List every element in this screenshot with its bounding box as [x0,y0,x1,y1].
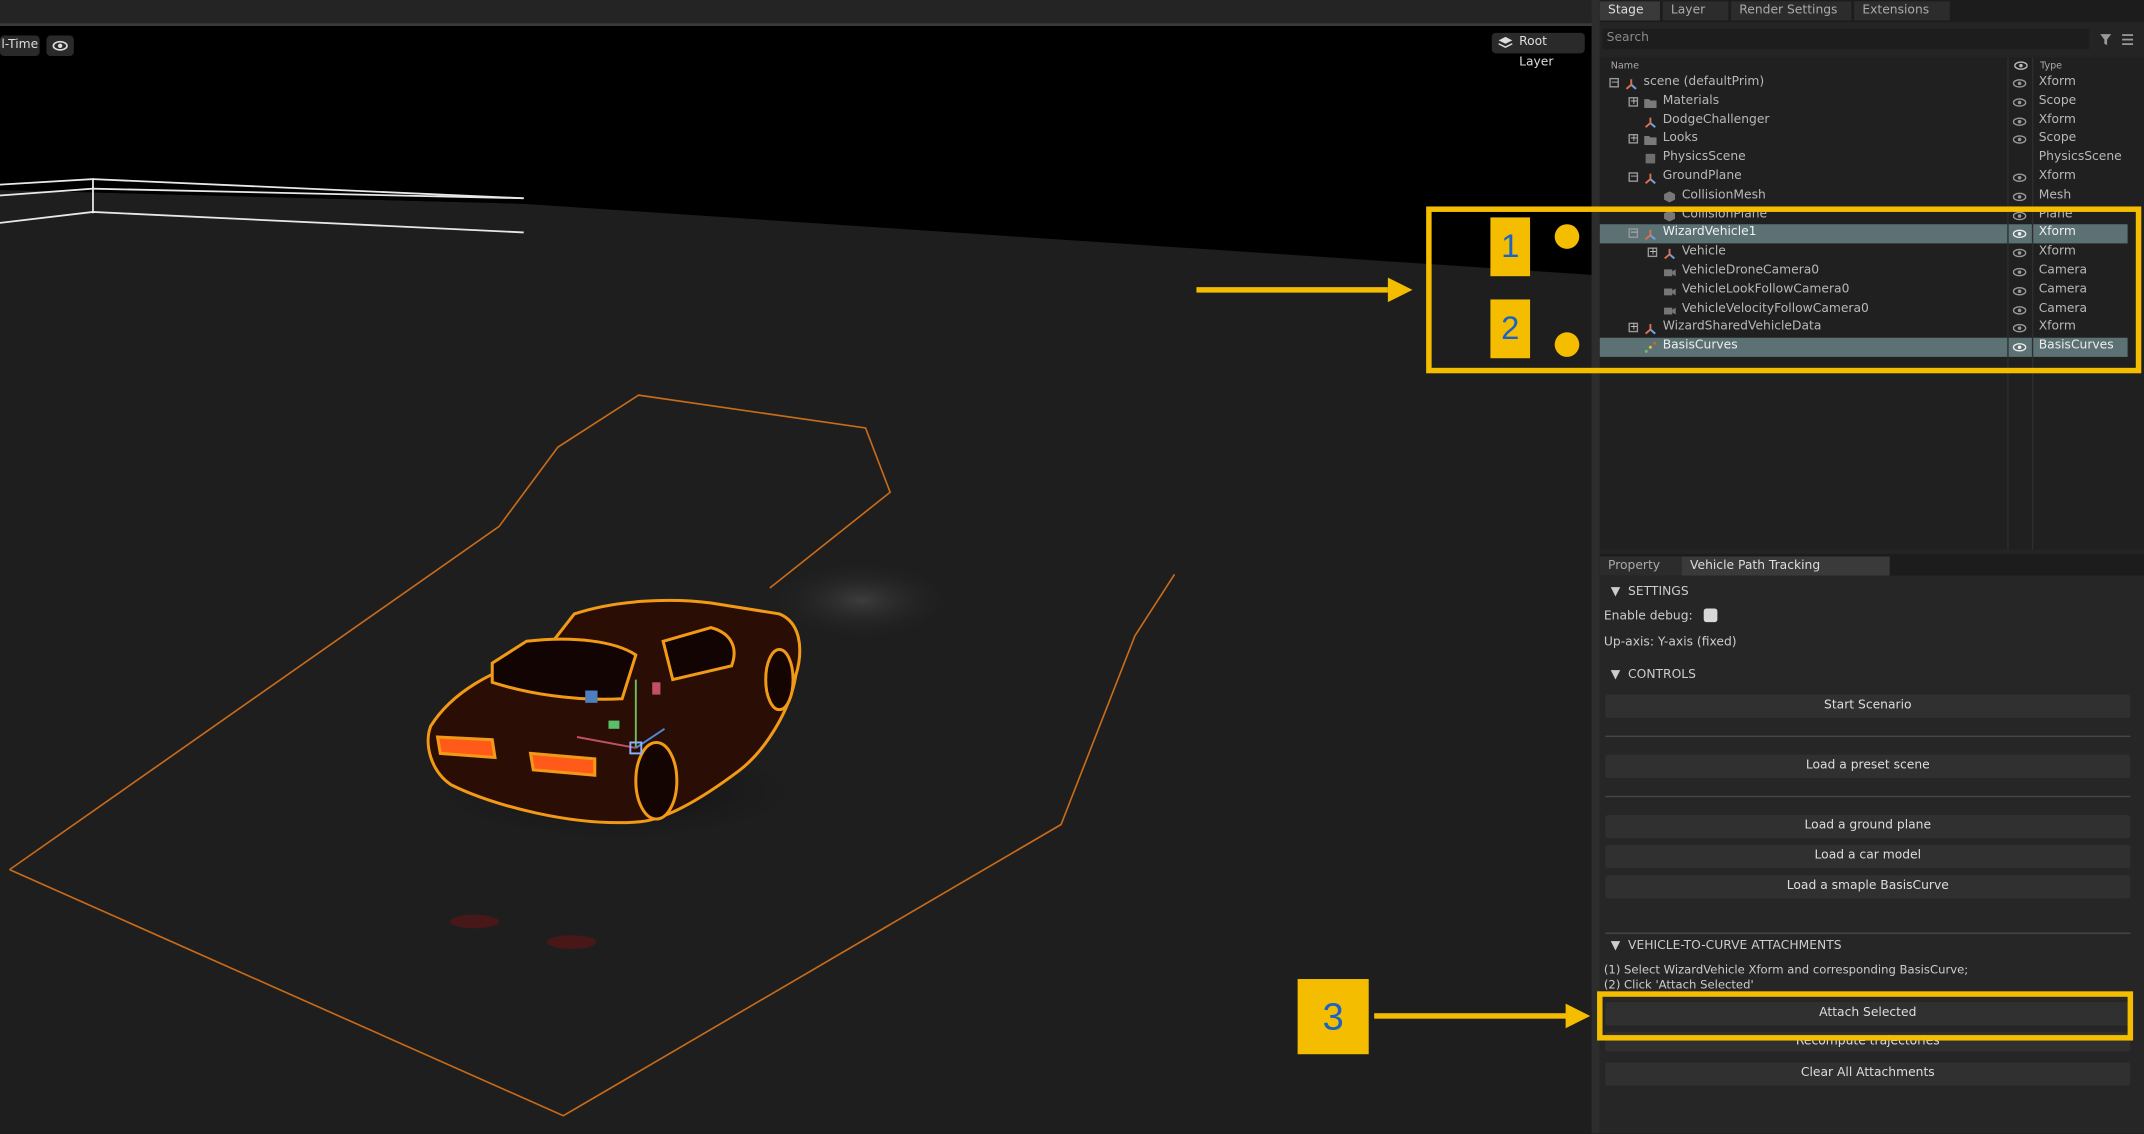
stage-row[interactable]: − scene (defaultPrim) Xform [1600,74,2128,93]
tab-vehicle-path-tracking[interactable]: Vehicle Path Tracking Extension [1681,556,1890,592]
visibility-eye-icon[interactable] [2012,114,2027,128]
clear-all-attachments-button[interactable]: Clear All Attachments [1605,1062,2131,1086]
extension-panel: ▼ SETTINGS Enable debug: Up-axis: Y-axis… [1599,575,2144,1134]
panel-splitter[interactable] [1591,0,1600,1134]
stage-row-name: Looks [1662,131,1698,146]
annotation-arrow-3 [1374,1013,1569,1019]
divider [1605,795,2131,798]
tab-stage[interactable]: Stage [1599,1,1660,21]
stage-row-type: Xform [2038,75,2076,89]
settings-collapse[interactable]: ▼ SETTINGS [1611,585,1689,599]
visibility-eye-icon[interactable] [2012,171,2027,185]
annotation-dot-2 [1554,332,1580,357]
xform-icon [1625,79,1637,90]
stage-row-name: Materials [1662,94,1720,108]
controls-collapse[interactable]: ▼ CONTROLS [1611,669,1696,683]
filter-icon[interactable] [2099,33,2113,47]
load-car-model-button[interactable]: Load a car model [1605,845,2131,869]
stage-row-name: DodgeChallenger [1662,112,1770,127]
enable-debug-checkbox[interactable] [1703,608,1718,623]
stage-row[interactable]: CollisionMesh Mesh [1600,187,2128,206]
up-axis-label: Up-axis: Y-axis (fixed) [1603,635,1737,650]
folder-icon [1644,98,1657,108]
enable-debug-label: Enable debug: [1603,609,1693,624]
load-ground-plane-button[interactable]: Load a ground plane [1605,814,2131,839]
attachments-header: VEHICLE-TO-CURVE ATTACHMENTS [1628,939,1842,954]
annotation-arrow-1 [1196,287,1388,293]
stage-row[interactable]: PhysicsScene PhysicsScene [1600,149,2128,168]
stage-row[interactable]: + Materials Scope [1600,93,2128,112]
realtime-label: l-Time [1,38,39,52]
stage-row-type: Xform [2038,112,2076,127]
realtime-mode-button[interactable]: l-Time [0,35,40,57]
annotation-arrowhead-1 [1387,277,1413,303]
stage-row-type: PhysicsScene [2038,150,2122,165]
property-tab-bar: Property Vehicle Path Tracking Extension [1599,553,2144,592]
stage-row-name: scene (defaultPrim) [1643,75,1765,89]
tab-render-settings[interactable]: Render Settings [1731,1,1852,21]
stage-row-name: GroundPlane [1662,169,1742,184]
viewport-scene [0,162,1592,1134]
tab-layer[interactable]: Layer [1662,1,1729,21]
root-layer-button[interactable]: Root Layer [1491,32,1585,70]
expand-icon[interactable]: + [1628,96,1639,107]
load-basis-curve-button[interactable]: Load a smaple BasisCurve [1605,875,2131,899]
visibility-eye-icon[interactable] [2012,95,2027,109]
stage-search-input[interactable]: Search [1602,28,2090,50]
annotation-dot-1 [1554,224,1580,249]
viewport[interactable]: l-Time Root Layer [0,25,1592,1134]
collapse-icon[interactable]: − [1628,172,1639,182]
annotation-number-1: 1 [1490,217,1531,277]
stage-row-type: Scope [2038,131,2077,146]
annotation-number-2: 2 [1490,299,1531,359]
folder-icon [1644,136,1657,146]
load-preset-scene-button[interactable]: Load a preset scene [1605,754,2131,779]
annotation-highlight-selection [1426,206,2142,374]
controls-header: CONTROLS [1628,668,1696,683]
attachments-collapse[interactable]: ▼ VEHICLE-TO-CURVE ATTACHMENTS [1611,939,1842,953]
divider [1605,735,2131,738]
column-type[interactable]: Type [2040,60,2062,71]
layers-icon [1498,36,1513,48]
xform-icon [1644,117,1656,128]
annotation-arrowhead-3 [1565,1003,1591,1029]
tab-property[interactable]: Property [1599,556,1682,576]
annotation-number-3: 3 [1297,979,1369,1055]
stage-row-type: Xform [2038,169,2076,184]
column-name[interactable]: Name [1611,60,1639,71]
visibility-eye-icon[interactable] [2012,133,2027,147]
expand-icon[interactable]: + [1628,134,1639,145]
collapse-icon[interactable]: − [1609,77,1619,88]
stage-row[interactable]: DodgeChallenger Xform [1600,112,2128,131]
mesh-icon [1664,191,1676,203]
stage-row-name: PhysicsScene [1662,150,1746,165]
tab-extensions[interactable]: Extensions [1854,1,1950,21]
physics-icon [1645,154,1656,164]
light-reflection [449,914,500,929]
stage-tab-bar: Stage Layer Render Settings Extensions [1599,0,2144,22]
visibility-eye-icon[interactable] [2012,77,2027,91]
menu-icon[interactable] [2121,33,2135,47]
eye-column-icon[interactable] [2014,60,2028,71]
stage-tree-header: Name Type [1600,57,2144,73]
right-panel: Stage Layer Render Settings Extensions S… [1599,0,2144,1134]
root-layer-label: Root Layer [1519,35,1554,70]
stage-row-type: Mesh [2038,188,2072,203]
visibility-button[interactable] [46,35,74,57]
stage-row-type: Scope [2038,94,2077,108]
start-scenario-button[interactable]: Start Scenario [1605,694,2131,718]
eye-icon [52,40,68,51]
stage-row-name: CollisionMesh [1681,188,1766,203]
visibility-eye-icon[interactable] [2012,190,2027,204]
omniverse-window: l-Time Root Layer Stage Layer Render Set… [0,0,2144,1134]
divider [1605,932,2131,934]
stage-row[interactable]: − GroundPlane Xform [1600,168,2128,187]
instruction-1: (1) Select WizardVehicle Xform and corre… [1603,963,1969,978]
xform-icon [1644,173,1656,184]
stage-row[interactable]: + Looks Scope [1600,130,2128,149]
annotation-highlight-attach [1597,991,2134,1041]
settings-header: SETTINGS [1628,585,1689,599]
